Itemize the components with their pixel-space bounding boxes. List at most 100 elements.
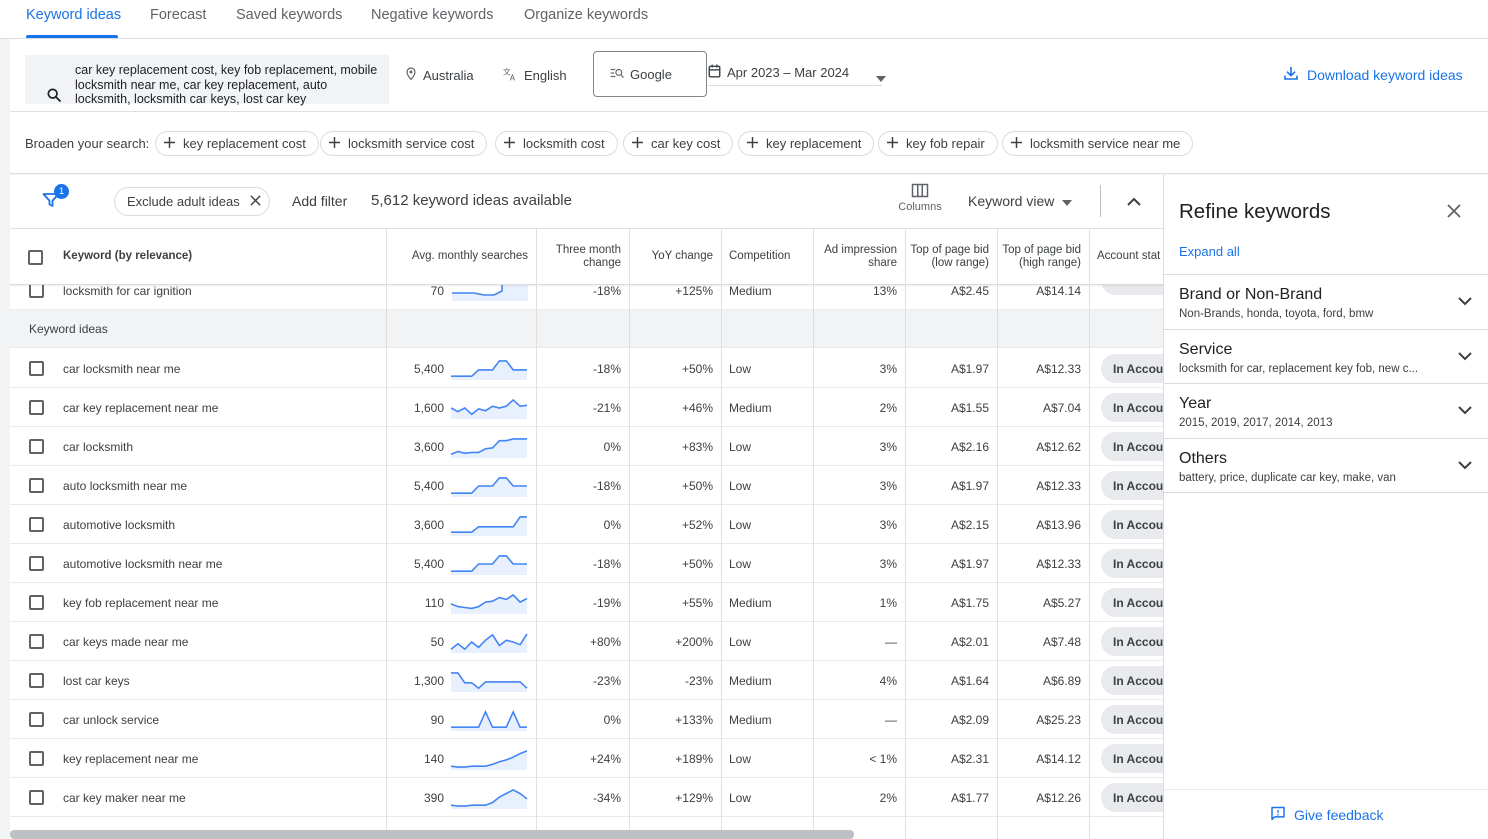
- checkbox[interactable]: [29, 517, 44, 532]
- ad-share-cell: —: [885, 634, 897, 649]
- checkbox[interactable]: [29, 361, 44, 376]
- broaden-chip[interactable]: car key cost: [623, 131, 734, 156]
- download-keyword-ideas-button[interactable]: Download keyword ideas: [1283, 65, 1463, 84]
- date-range-selector[interactable]: Apr 2023 – Mar 2024: [708, 59, 886, 86]
- header-account-status[interactable]: Account stat: [1089, 229, 1163, 285]
- chevron-up-icon[interactable]: [1127, 193, 1141, 211]
- select-all-checkbox[interactable]: [10, 229, 60, 285]
- checkbox[interactable]: [29, 790, 44, 805]
- chip-label: key replacement cost: [183, 136, 306, 151]
- refine-section-year[interactable]: Year 2015, 2019, 2017, 2014, 2013: [1164, 383, 1488, 438]
- plus-icon: [632, 136, 643, 151]
- refine-section-brand[interactable]: Brand or Non-Brand Non-Brands, honda, to…: [1164, 274, 1488, 329]
- header-avg-monthly-searches[interactable]: Avg. monthly searches: [386, 229, 536, 285]
- checkbox[interactable]: [29, 400, 44, 415]
- close-icon[interactable]: [1447, 204, 1461, 223]
- table-row[interactable]: car unlock service 90 0% +133% Medium — A$2.09…: [10, 700, 1163, 739]
- header-three-month-change[interactable]: Three month change: [536, 229, 629, 285]
- chevron-down-icon[interactable]: [1458, 348, 1472, 366]
- checkbox[interactable]: [29, 556, 44, 571]
- language-selector[interactable]: 文A English: [503, 67, 567, 84]
- broaden-chip[interactable]: key replacement cost: [155, 131, 319, 156]
- table-row[interactable]: car locksmith 3,600 0% +83% Low 3% A$2.16 A$12.…: [10, 427, 1163, 466]
- checkbox[interactable]: [29, 478, 44, 493]
- checkbox[interactable]: [29, 712, 44, 727]
- tab-saved-keywords[interactable]: Saved keywords: [236, 7, 342, 23]
- tab-forecast[interactable]: Forecast: [150, 7, 206, 23]
- chevron-down-icon[interactable]: [1458, 402, 1472, 420]
- row-checkbox[interactable]: [29, 349, 44, 388]
- chevron-down-icon[interactable]: [1458, 293, 1472, 311]
- location-selector[interactable]: Australia: [405, 67, 474, 84]
- chevron-down-icon[interactable]: [1458, 457, 1472, 475]
- section-subtitle: 2015, 2019, 2017, 2014, 2013: [1179, 417, 1333, 429]
- checkbox[interactable]: [29, 439, 44, 454]
- divider: [1164, 789, 1488, 790]
- header-keyword[interactable]: Keyword (by relevance): [55, 229, 385, 285]
- checkbox[interactable]: [29, 595, 44, 610]
- header-competition[interactable]: Competition: [721, 229, 813, 285]
- row-checkbox[interactable]: [29, 466, 44, 505]
- header-bid-low[interactable]: Top of page bid (low range): [905, 229, 997, 285]
- keyword-search-box[interactable]: car key replacement cost, key fob replac…: [25, 55, 389, 107]
- checkbox[interactable]: [29, 634, 44, 649]
- checkbox[interactable]: [27, 249, 43, 265]
- add-filter-button[interactable]: Add filter: [292, 193, 347, 209]
- broaden-chip[interactable]: locksmith cost: [495, 131, 618, 156]
- checkbox[interactable]: [29, 673, 44, 688]
- row-checkbox[interactable]: [29, 388, 44, 427]
- tab-organize-keywords[interactable]: Organize keywords: [524, 7, 648, 23]
- columns-button[interactable]: Columns: [897, 183, 943, 213]
- close-icon[interactable]: [250, 194, 261, 209]
- table-row[interactable]: key replacement near me 140 +24% +189% Low < …: [10, 739, 1163, 778]
- tab-keyword-ideas[interactable]: Keyword ideas: [26, 7, 121, 23]
- header-bid-high[interactable]: Top of page bid (high range): [997, 229, 1089, 285]
- row-checkbox[interactable]: [29, 661, 44, 700]
- table-row[interactable]: car keys made near me 50 +80% +200% Low — A$2.…: [10, 622, 1163, 661]
- give-feedback-button[interactable]: Give feedback: [1270, 806, 1384, 824]
- tab-negative-keywords[interactable]: Negative keywords: [371, 7, 494, 23]
- row-checkbox[interactable]: [29, 583, 44, 622]
- row-checkbox[interactable]: [29, 739, 44, 778]
- checkbox[interactable]: [29, 751, 44, 766]
- table-row[interactable]: key fob replacement near me 110 -19% +55% Me…: [10, 583, 1163, 622]
- broaden-chip[interactable]: key fob repair: [878, 131, 998, 156]
- ad-share-cell: 2%: [879, 790, 897, 805]
- broaden-chip[interactable]: locksmith service near me: [1002, 131, 1194, 156]
- search-network-selector[interactable]: Google: [593, 51, 707, 97]
- row-checkbox[interactable]: [29, 622, 44, 661]
- bid-high-cell: A$13.96: [1036, 517, 1081, 532]
- row-checkbox[interactable]: [29, 700, 44, 739]
- row-checkbox[interactable]: [29, 505, 44, 544]
- avg-searches-cell: 390: [423, 790, 444, 805]
- table-row[interactable]: car key maker near me 390 -34% +129% Low 2% A$…: [10, 778, 1163, 817]
- table-row[interactable]: auto locksmith near me 5,400 -18% +50% Low 3%…: [10, 466, 1163, 505]
- three-month-cell: -21%: [592, 400, 621, 415]
- table-row[interactable]: lost car keys 1,300 -23% -23% Medium 4% A$1.64…: [10, 661, 1163, 700]
- column-divider: [905, 229, 906, 839]
- exclude-adult-ideas-chip[interactable]: Exclude adult ideas: [114, 187, 270, 216]
- horizontal-scrollbar[interactable]: [10, 830, 854, 839]
- table-row[interactable]: car key replacement near me 1,600 -21% +46%…: [10, 388, 1163, 427]
- table-row[interactable]: car locksmith near me 5,400 -18% +50% Low 3% A…: [10, 349, 1163, 388]
- refine-section-others[interactable]: Others battery, price, duplicate car key…: [1164, 438, 1488, 493]
- header-ad-impression-share[interactable]: Ad impression share: [813, 229, 905, 285]
- keyword-cell: auto locksmith near me: [63, 478, 188, 493]
- row-checkbox[interactable]: [29, 778, 44, 817]
- ad-share-cell: 2%: [879, 400, 897, 415]
- expand-all-link[interactable]: Expand all: [1179, 244, 1240, 259]
- row-checkbox[interactable]: [29, 544, 44, 583]
- table-row[interactable]: automotive locksmith 3,600 0% +52% Low 3% A$2.…: [10, 505, 1163, 544]
- bid-low-cell: A$1.64: [950, 673, 989, 688]
- keyword-search-input[interactable]: car key replacement cost, key fob replac…: [75, 63, 385, 107]
- broaden-chip[interactable]: locksmith service cost: [320, 131, 488, 156]
- header-yoy-change[interactable]: YoY change: [629, 229, 721, 285]
- checkbox[interactable]: [29, 283, 44, 298]
- row-checkbox[interactable]: [29, 427, 44, 466]
- broaden-search-bar: Broaden your search: key replacement cos…: [10, 112, 1488, 174]
- table-row[interactable]: automotive locksmith near me 5,400 -18% +50…: [10, 544, 1163, 583]
- bid-high-cell: A$6.89: [1042, 673, 1081, 688]
- broaden-chip[interactable]: key replacement: [738, 131, 875, 156]
- keyword-view-selector[interactable]: Keyword view: [968, 193, 1073, 209]
- refine-section-service[interactable]: Service locksmith for car, replacement k…: [1164, 329, 1488, 384]
